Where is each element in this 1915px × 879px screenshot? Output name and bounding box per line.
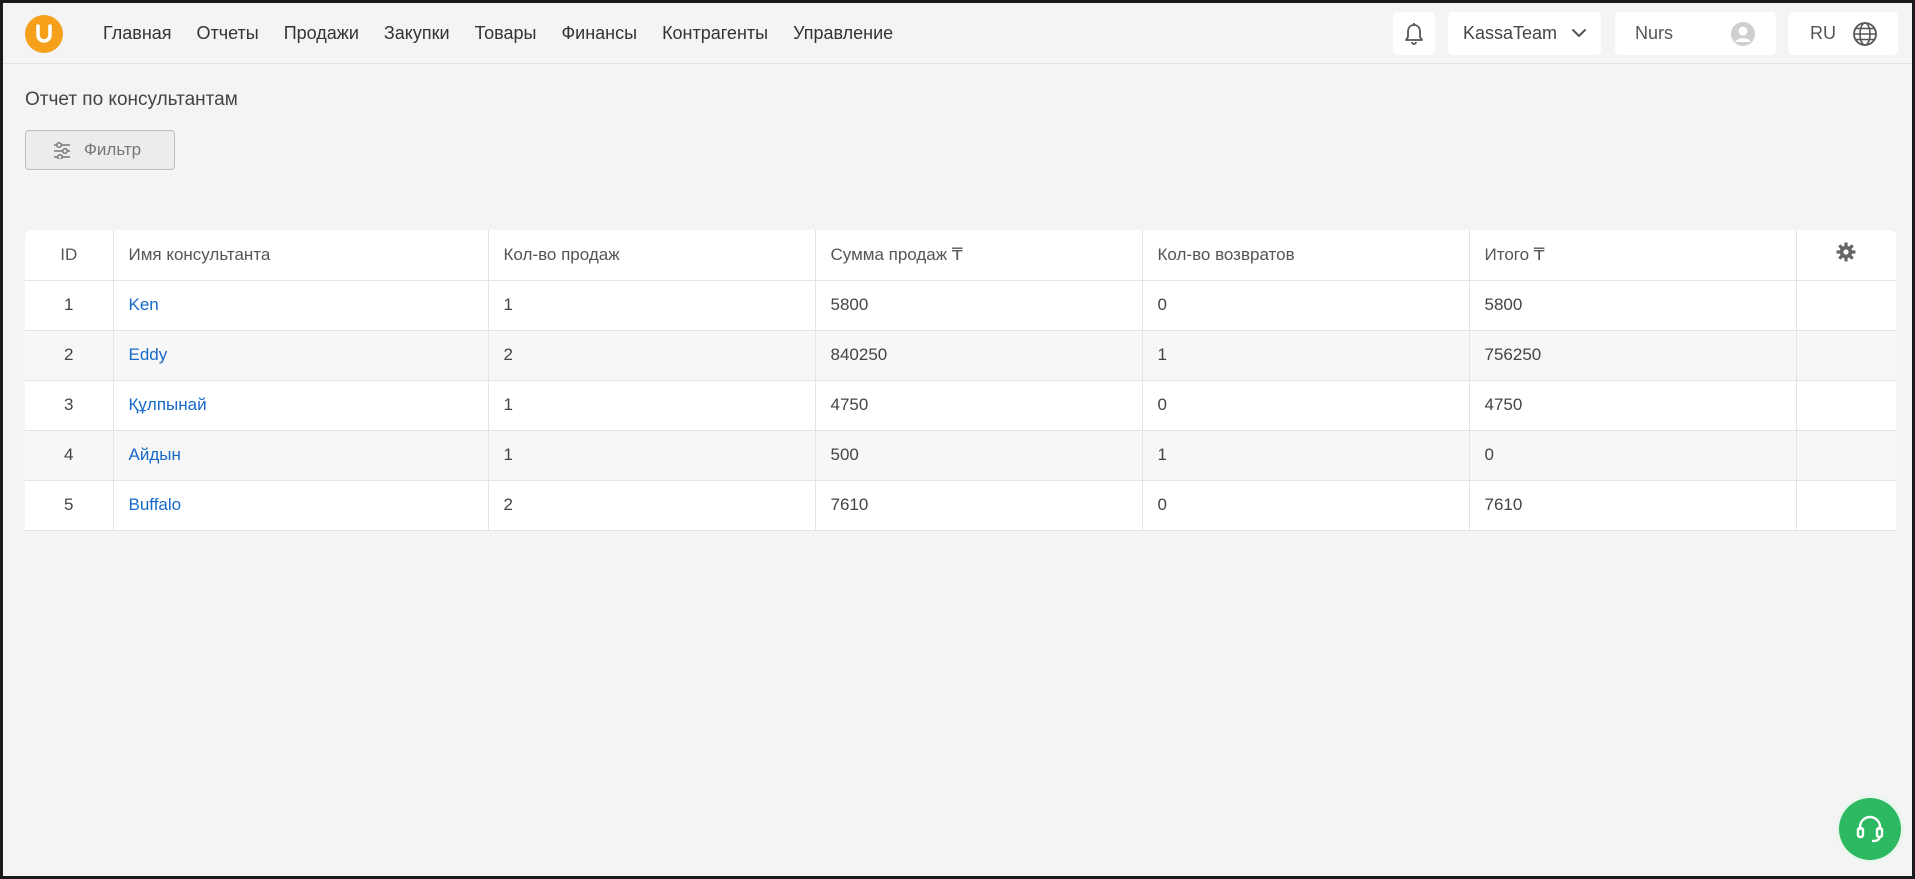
cell-name: Құлпынай [112,380,488,431]
cell-total: 7610 [1468,480,1796,531]
cell-id: 1 [25,280,113,331]
cell-returns-count: 0 [1141,380,1469,431]
consultants-table: ID Имя консультанта Кол-во продаж Сумма … [25,230,1896,531]
nav-item-purchases[interactable]: Закупки [384,23,450,44]
table-row: 5 Buffalo 2 7610 0 7610 [25,480,1896,531]
support-chat-button[interactable] [1839,798,1901,860]
cell-returns-count: 0 [1141,480,1469,531]
language-select[interactable]: RU [1788,12,1898,55]
cell-id: 2 [25,330,113,381]
consultant-link[interactable]: Құлпынай [129,395,207,414]
cell-sales-sum: 840250 [814,330,1142,381]
company-name: KassaTeam [1463,23,1558,43]
cell-sales-count: 1 [487,280,815,331]
cell-sales-count: 1 [487,430,815,481]
cell-total: 0 [1468,430,1796,481]
headset-icon [1856,815,1884,843]
top-bar: Главная Отчеты Продажи Закупки Товары Фи… [3,3,1912,64]
avatar-icon [1731,22,1755,46]
cell-id: 3 [25,380,113,431]
column-header-sales-count[interactable]: Кол-во продаж [487,230,815,281]
cell-name: Buffalo [112,480,488,531]
cell-sales-count: 2 [487,330,815,381]
column-header-id[interactable]: ID [25,230,113,281]
nav-item-products[interactable]: Товары [475,23,537,44]
chevron-down-icon [1572,29,1586,37]
cell-id: 4 [25,430,113,481]
nav-item-reports[interactable]: Отчеты [197,23,259,44]
bell-icon [1405,22,1423,45]
cell-total: 756250 [1468,330,1796,381]
user-name: Nurs [1635,23,1674,43]
consultant-link[interactable]: Eddy [129,345,168,364]
cell-name: Айдын [112,430,488,481]
column-header-returns-count[interactable]: Кол-во возвратов [1141,230,1469,281]
cell-empty [1795,380,1896,431]
page-title: Отчет по консультантам [25,89,238,110]
cell-total: 5800 [1468,280,1796,331]
cell-sales-sum: 500 [814,430,1142,481]
user-menu[interactable]: Nurs [1615,12,1776,55]
cell-name: Eddy [112,330,488,381]
cell-sales-sum: 7610 [814,480,1142,531]
nav-item-contractors[interactable]: Контрагенты [662,23,768,44]
consultant-link[interactable]: Ken [129,295,159,314]
cell-sales-count: 2 [487,480,815,531]
notifications-button[interactable] [1393,12,1435,55]
filter-button[interactable]: Фильтр [25,130,175,170]
cell-empty [1795,480,1896,531]
cell-sales-count: 1 [487,380,815,431]
globe-icon [1853,22,1877,46]
cell-empty [1795,330,1896,381]
cell-returns-count: 1 [1141,330,1469,381]
nav-item-sales[interactable]: Продажи [284,23,359,44]
column-header-name[interactable]: Имя консультанта [112,230,488,281]
company-select[interactable]: KassaTeam [1448,12,1601,55]
cell-id: 5 [25,480,113,531]
app-window: Главная Отчеты Продажи Закупки Товары Фи… [3,3,1912,876]
logo-icon[interactable] [25,15,63,53]
filter-label: Фильтр [84,140,142,159]
table-row: 4 Айдын 1 500 1 0 [25,430,1896,481]
nav-item-management[interactable]: Управление [793,23,893,44]
cell-empty [1795,430,1896,481]
sliders-icon [54,141,70,159]
table-row: 2 Eddy 2 840250 1 756250 [25,330,1896,381]
nav-item-home[interactable]: Главная [103,23,172,44]
consultant-link[interactable]: Buffalo [129,495,182,514]
cell-returns-count: 1 [1141,430,1469,481]
nav-item-finance[interactable]: Финансы [561,23,637,44]
table-row: 1 Ken 1 5800 0 5800 [25,280,1896,331]
gear-icon [1836,242,1856,262]
cell-sales-sum: 5800 [814,280,1142,331]
cell-empty [1795,280,1896,331]
main-nav: Главная Отчеты Продажи Закупки Товары Фи… [103,3,918,64]
language-code: RU [1810,23,1836,43]
cell-total: 4750 [1468,380,1796,431]
table-header-row: ID Имя консультанта Кол-во продаж Сумма … [25,230,1896,281]
column-header-sales-sum[interactable]: Сумма продаж ₸ [814,230,1142,281]
cell-returns-count: 0 [1141,280,1469,331]
cell-sales-sum: 4750 [814,380,1142,431]
cell-name: Ken [112,280,488,331]
table-settings-button[interactable] [1795,230,1896,281]
column-header-total[interactable]: Итого ₸ [1468,230,1796,281]
table-row: 3 Құлпынай 1 4750 0 4750 [25,380,1896,431]
consultant-link[interactable]: Айдын [129,445,181,464]
